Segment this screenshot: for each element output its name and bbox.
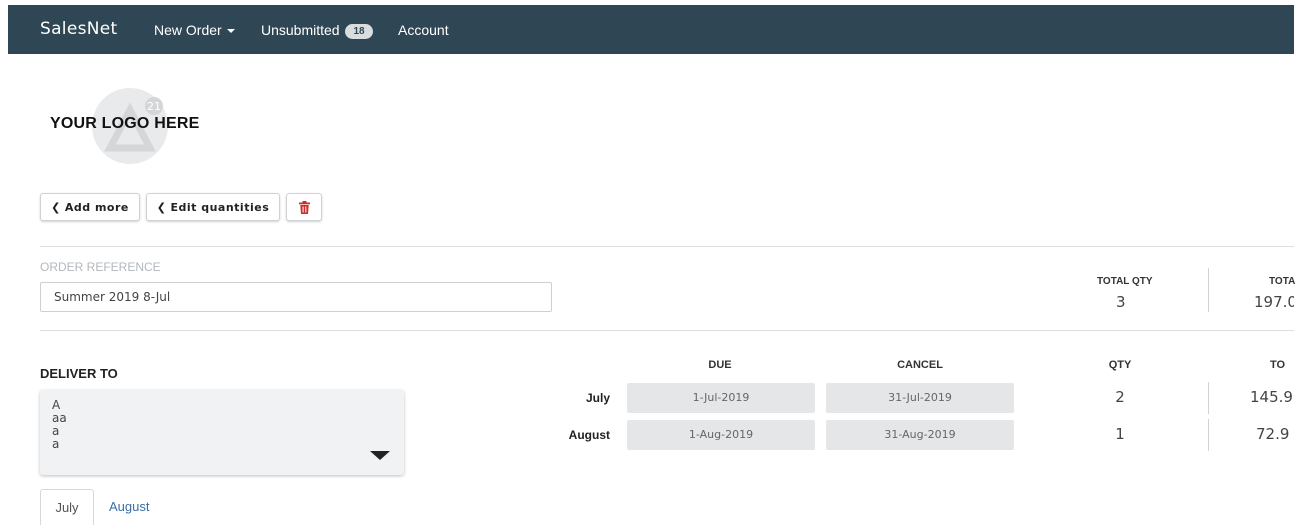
row-month-label: August — [568, 428, 610, 442]
edit-quantities-label: Edit quantities — [170, 200, 270, 214]
new-order-label: New Order — [154, 22, 222, 38]
row-qty: 1 — [1115, 425, 1125, 443]
cancel-date-field[interactable]: 31-Jul-2019 — [826, 383, 1014, 413]
account-link[interactable]: Account — [398, 22, 449, 38]
address-line: a — [52, 437, 60, 451]
order-reference-label: ORDER REFERENCE — [40, 260, 161, 274]
total-qty-label: TOTAL QTY — [1097, 276, 1153, 287]
tab-august[interactable]: August — [109, 489, 149, 525]
cancel-date-field[interactable]: 31-Aug-2019 — [826, 420, 1014, 450]
order-reference-input[interactable]: Summer 2019 8-Jul — [40, 282, 552, 312]
address-line: A — [52, 398, 61, 412]
delete-button[interactable] — [286, 193, 322, 221]
dropdown-arrow-icon — [370, 451, 390, 460]
brand-logo[interactable]: SalesNet — [40, 19, 118, 39]
unsubmitted-count-badge: 18 — [345, 24, 373, 39]
due-date-field[interactable]: 1-Aug-2019 — [627, 420, 815, 450]
unsubmitted-link[interactable]: Unsubmitted 18 — [261, 22, 373, 39]
divider — [40, 246, 1294, 247]
row-total: 145.9 — [1250, 388, 1293, 406]
chevron-left-icon: ❮ — [156, 200, 167, 214]
add-more-button[interactable]: ❮ Add more — [40, 193, 140, 221]
unsubmitted-label: Unsubmitted — [261, 22, 340, 38]
edit-quantities-button[interactable]: ❮ Edit quantities — [146, 193, 280, 221]
row-separator — [1208, 419, 1209, 451]
new-order-dropdown[interactable]: New Order — [154, 22, 235, 38]
chevron-left-icon: ❮ — [51, 200, 61, 214]
logo-badge-text: 21 — [147, 100, 161, 113]
total-qty-value: 3 — [1116, 293, 1126, 311]
total-column-header: TO — [1270, 359, 1286, 371]
deliver-to-select[interactable]: A aa a a — [40, 390, 404, 475]
qty-column-header: QTY — [1108, 359, 1132, 371]
total-value: 197.0 — [1254, 293, 1294, 311]
due-date-field[interactable]: 1-Jul-2019 — [627, 383, 815, 413]
tab-july[interactable]: July — [40, 489, 94, 525]
cancel-column-header: CANCEL — [897, 359, 943, 371]
row-total: 72.9 — [1256, 425, 1290, 443]
address-line: aa — [52, 411, 67, 425]
caret-down-icon — [226, 29, 235, 34]
row-separator — [1208, 382, 1209, 414]
trash-icon — [298, 200, 310, 214]
add-more-label: Add more — [64, 200, 129, 214]
total-label: TOTA — [1269, 276, 1296, 287]
logo-text: YOUR LOGO HERE — [50, 115, 200, 132]
top-navbar: SalesNet New Order Unsubmitted 18 Accoun… — [8, 5, 1294, 54]
summary-separator — [1208, 268, 1209, 312]
due-column-header: DUE — [708, 359, 732, 371]
deliver-to-label: DELIVER TO — [40, 366, 118, 381]
row-month-label: July — [585, 391, 610, 405]
address-line: a — [52, 424, 60, 438]
divider — [40, 330, 1294, 331]
row-qty: 2 — [1115, 388, 1125, 406]
